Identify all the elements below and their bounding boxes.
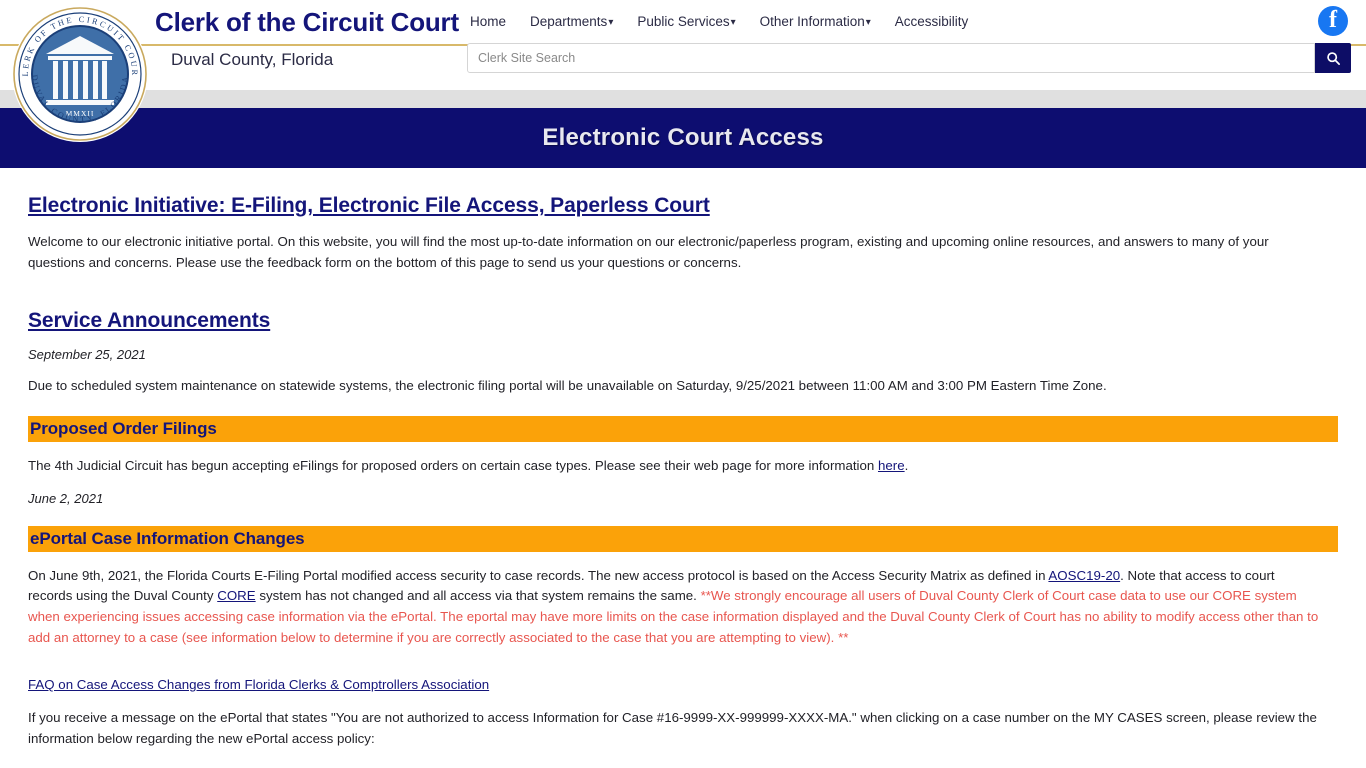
page-title: Electronic Court Access (542, 124, 824, 151)
brand-title: Clerk of the Circuit Court (155, 7, 459, 37)
main-content: Electronic Initiative: E-Filing, Electro… (0, 168, 1366, 768)
eportal-paragraph: On June 9th, 2021, the Florida Courts E-… (28, 566, 1320, 648)
nav-item-label: Accessibility (894, 14, 969, 29)
proposed-order-text-part1: The 4th Judicial Circuit has begun accep… (28, 458, 878, 474)
heading-electronic-initiative[interactable]: Electronic Initiative: E-Filing, Electro… (28, 194, 710, 218)
section-bar-label: ePortal Case Information Changes (30, 528, 305, 548)
site-header: MMXII CLERK OF THE CIRCUIT COURT DUVAL C… (0, 0, 1366, 142)
nav-item-label: Other Information (759, 14, 865, 29)
section-bar-proposed-order-filings: Proposed Order Filings (28, 416, 1338, 443)
nav-item-home[interactable]: Home (470, 14, 506, 29)
announcement-text-1: Due to scheduled system maintenance on s… (28, 377, 1107, 393)
main-navigation: Home Departments ▾ Public Services ▾ Oth… (470, 14, 968, 29)
section-bar-eportal-case-information-changes: ePortal Case Information Changes (28, 525, 1338, 552)
chevron-down-icon: ▾ (730, 16, 736, 28)
nav-item-label: Home (470, 14, 507, 29)
county-seal-logo[interactable]: MMXII CLERK OF THE CIRCUIT COURT DUVAL C… (6, 0, 150, 144)
search-icon (1326, 51, 1340, 65)
search-input[interactable] (467, 43, 1315, 73)
brand-subtitle: Duval County, Florida (171, 49, 334, 69)
nav-item-label: Public Services (637, 14, 730, 29)
aosc19-20-link[interactable]: AOSC19-20 (1048, 568, 1120, 583)
faq-case-access-link[interactable]: FAQ on Case Access Changes from Florida … (28, 677, 489, 692)
nav-item-accessibility[interactable]: Accessibility (895, 14, 969, 29)
page-banner: Electronic Court Access (0, 108, 1366, 168)
eportal-text-1: On June 9th, 2021, the Florida Courts E-… (28, 567, 1049, 583)
section-bar-label: Proposed Order Filings (30, 419, 217, 439)
announcement-date-2: June 2, 2021 (28, 490, 104, 506)
core-link[interactable]: CORE (217, 588, 255, 603)
nav-item-label: Departments (530, 14, 608, 29)
proposed-order-paragraph: The 4th Judicial Circuit has begun accep… (28, 456, 1320, 477)
chevron-down-icon: ▾ (608, 16, 614, 28)
search-button[interactable] (1315, 43, 1351, 73)
here-link[interactable]: here (878, 458, 905, 473)
eportal-text-3: system has not changed and all access vi… (255, 588, 701, 604)
chevron-down-icon: ▾ (865, 16, 871, 28)
announcement-date-1: September 25, 2021 (28, 346, 146, 362)
intro-paragraph: Welcome to our electronic initiative por… (28, 234, 1269, 270)
nav-item-other-information[interactable]: Other Information ▾ (760, 14, 871, 29)
header-gray-strip (0, 90, 1366, 108)
site-search-bar (467, 43, 1351, 73)
facebook-icon[interactable]: f (1318, 6, 1348, 36)
proposed-order-text-part2: . (904, 458, 909, 474)
unauthorized-message-paragraph: If you receive a message on the ePortal … (28, 710, 1317, 747)
nav-item-departments[interactable]: Departments ▾ (530, 14, 613, 29)
heading-service-announcements[interactable]: Service Announcements (28, 309, 270, 333)
nav-item-public-services[interactable]: Public Services ▾ (637, 14, 735, 29)
brand-block[interactable]: Clerk of the Circuit Court Duval County,… (155, 7, 459, 70)
